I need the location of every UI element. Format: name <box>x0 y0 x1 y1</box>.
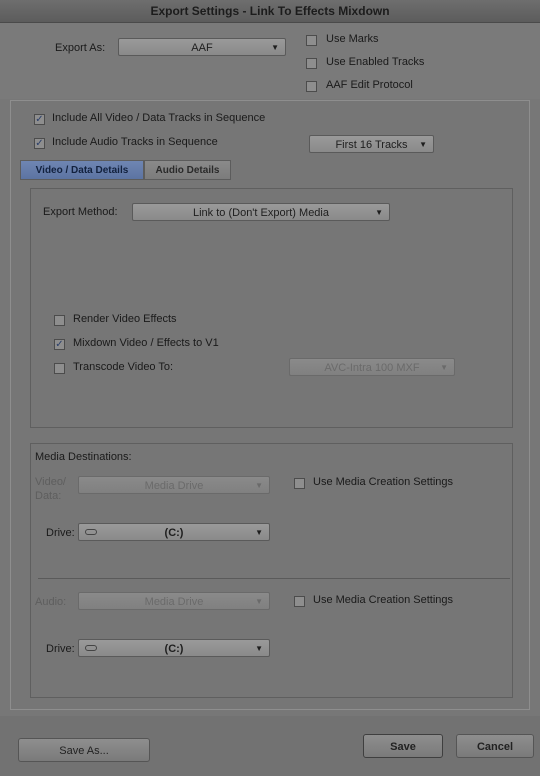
export-method-dropdown[interactable]: Link to (Don't Export) Media ▼ <box>132 203 390 221</box>
video-data-label-line2: Data: <box>35 490 62 502</box>
audio-media-drive-dropdown[interactable]: Media Drive ▼ <box>78 592 270 610</box>
use-marks-label: Use Marks <box>326 33 379 45</box>
video-details-box <box>30 188 513 428</box>
audio-tracks-dropdown[interactable]: First 16 Tracks ▼ <box>309 135 434 153</box>
export-as-area: Export As: AAF ▼ Use Marks Use Enabled T… <box>0 23 540 99</box>
chevron-down-icon: ▼ <box>255 597 263 606</box>
chevron-down-icon: ▼ <box>255 644 263 653</box>
audio-drive-value: (C:) <box>164 643 184 655</box>
audio-destination-label: Audio: <box>35 596 67 608</box>
mixdown-video-checkbox[interactable]: ✓ <box>54 339 65 350</box>
video-use-media-creation-checkbox[interactable] <box>294 478 305 489</box>
chevron-down-icon: ▼ <box>419 140 427 149</box>
chevron-down-icon: ▼ <box>375 208 383 217</box>
use-enabled-tracks-label: Use Enabled Tracks <box>326 56 425 68</box>
use-marks-checkbox[interactable] <box>306 35 317 46</box>
video-use-media-creation-label: Use Media Creation Settings <box>313 476 454 488</box>
include-video-label: Include All Video / Data Tracks in Seque… <box>52 112 266 124</box>
transcode-video-checkbox[interactable] <box>54 363 65 374</box>
checkmark-icon: ✓ <box>35 114 44 125</box>
drive-icon <box>85 645 97 651</box>
video-media-drive-dropdown[interactable]: Media Drive ▼ <box>78 476 270 494</box>
audio-media-drive-value: Media Drive <box>144 596 204 608</box>
use-enabled-tracks-checkbox[interactable] <box>306 58 317 69</box>
chevron-down-icon: ▼ <box>271 43 279 52</box>
audio-use-media-creation-label: Use Media Creation Settings <box>313 594 454 606</box>
export-as-value: AAF <box>191 42 213 54</box>
chevron-down-icon: ▼ <box>255 481 263 490</box>
checkmark-icon: ✓ <box>55 339 64 350</box>
save-button[interactable]: Save <box>363 734 443 758</box>
media-destinations-title: Media Destinations: <box>35 451 132 463</box>
export-method-label: Export Method: <box>43 206 118 218</box>
chevron-down-icon: ▼ <box>255 528 263 537</box>
audio-drive-dropdown[interactable]: (C:) ▼ <box>78 639 270 657</box>
render-video-effects-checkbox[interactable] <box>54 315 65 326</box>
mixdown-video-label: Mixdown Video / Effects to V1 <box>73 337 219 349</box>
save-as-button[interactable]: Save As... <box>18 738 150 762</box>
render-video-effects-label: Render Video Effects <box>73 313 177 325</box>
include-audio-checkbox[interactable]: ✓ <box>34 138 45 149</box>
destinations-divider <box>38 578 510 579</box>
tab-video-data-details[interactable]: Video / Data Details <box>20 160 144 180</box>
transcode-format-value: AVC-Intra 100 MXF <box>324 362 420 374</box>
chevron-down-icon: ▼ <box>440 363 448 372</box>
transcode-format-dropdown[interactable]: AVC-Intra 100 MXF ▼ <box>289 358 455 376</box>
video-drive-dropdown[interactable]: (C:) ▼ <box>78 523 270 541</box>
tab-audio-details[interactable]: Audio Details <box>144 160 231 180</box>
include-video-checkbox[interactable]: ✓ <box>34 114 45 125</box>
window-title: Export Settings - Link To Effects Mixdow… <box>0 0 540 23</box>
export-settings-window: Export Settings - Link To Effects Mixdow… <box>0 0 540 776</box>
video-drive-label: Drive: <box>46 527 75 539</box>
video-media-drive-value: Media Drive <box>144 480 204 492</box>
drive-icon <box>85 529 97 535</box>
cancel-button[interactable]: Cancel <box>456 734 534 758</box>
include-audio-label: Include Audio Tracks in Sequence <box>52 136 218 148</box>
export-method-value: Link to (Don't Export) Media <box>193 207 329 219</box>
video-drive-value: (C:) <box>164 527 184 539</box>
checkmark-icon: ✓ <box>35 138 44 149</box>
aaf-edit-protocol-label: AAF Edit Protocol <box>326 79 413 91</box>
video-data-label-line1: Video/ <box>35 476 66 488</box>
audio-tracks-value: First 16 Tracks <box>335 139 408 151</box>
audio-use-media-creation-checkbox[interactable] <box>294 596 305 607</box>
transcode-video-label: Transcode Video To: <box>73 361 174 373</box>
aaf-edit-protocol-checkbox[interactable] <box>306 81 317 92</box>
audio-drive-label: Drive: <box>46 643 75 655</box>
export-as-label: Export As: <box>55 42 106 54</box>
export-as-dropdown[interactable]: AAF ▼ <box>118 38 286 56</box>
